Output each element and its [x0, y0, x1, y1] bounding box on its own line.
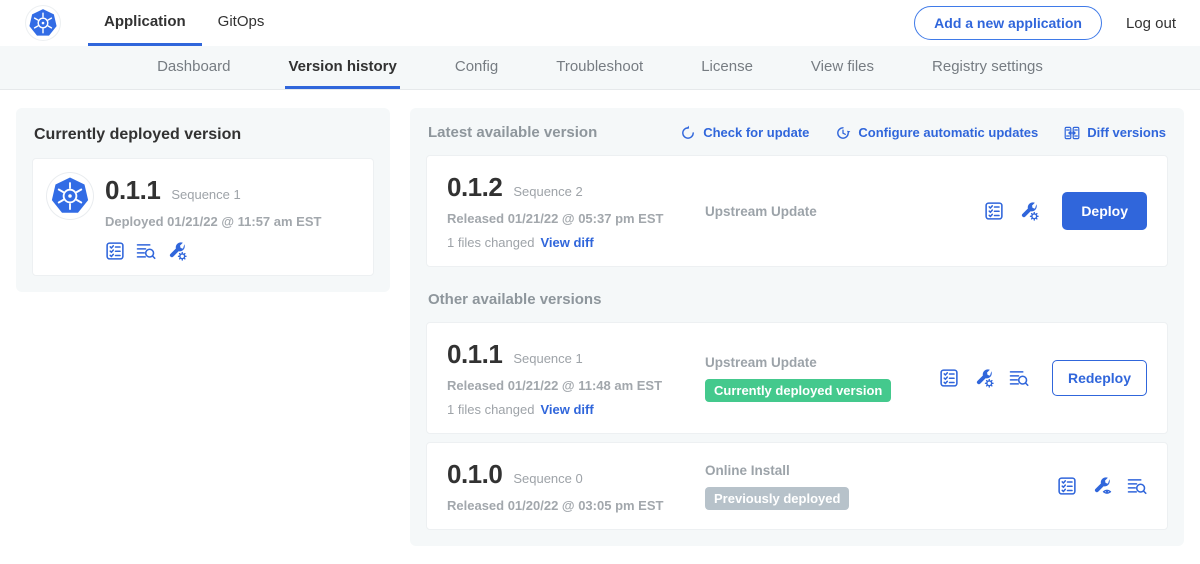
version-details: 0.1.2 Sequence 2 Released 01/21/22 @ 05:… [447, 172, 705, 250]
version-sequence: Sequence 1 [513, 351, 582, 366]
deployed-version-number: 0.1.1 [105, 175, 160, 206]
deploy-logs-icon[interactable] [1009, 368, 1029, 388]
deployed-sequence: Sequence 1 [171, 187, 240, 202]
version-card-actions [1057, 476, 1147, 496]
tab-gitops[interactable]: GitOps [202, 0, 281, 46]
version-card-latest: 0.1.2 Sequence 2 Released 01/21/22 @ 05:… [426, 155, 1168, 267]
view-diff-link[interactable]: View diff [540, 402, 593, 417]
subnav-item-troubleshoot[interactable]: Troubleshoot [553, 46, 646, 89]
header-spacer [280, 0, 914, 46]
version-card: 0.1.0 Sequence 0 Released 01/20/22 @ 03:… [426, 442, 1168, 530]
preflight-checklist-icon[interactable] [105, 241, 125, 261]
subnav-item-license[interactable]: License [698, 46, 756, 89]
version-number: 0.1.0 [447, 459, 502, 490]
version-number: 0.1.2 [447, 172, 502, 203]
kubernetes-logo-icon [26, 6, 60, 40]
app-header: Application GitOps Add a new application… [0, 0, 1200, 46]
kots-admin-console: Application GitOps Add a new application… [0, 0, 1200, 564]
subnav-item-config[interactable]: Config [452, 46, 501, 89]
latest-version-title: Latest available version [428, 124, 597, 141]
view-config-icon[interactable] [1092, 476, 1112, 496]
deployed-actions [105, 241, 321, 261]
add-new-application-button[interactable]: Add a new application [914, 6, 1102, 40]
source-label: Upstream Update [705, 355, 939, 370]
version-card-actions: Deploy [984, 192, 1147, 230]
tab-application[interactable]: Application [88, 0, 202, 46]
version-released: Released 01/21/22 @ 05:37 pm EST [447, 211, 705, 226]
source-label: Upstream Update [705, 204, 984, 219]
version-source: Upstream Update [705, 204, 984, 219]
top-tabs: Application GitOps [88, 0, 280, 46]
main-content: Currently deployed version 0.1.1 Sequenc… [0, 90, 1200, 546]
redeploy-button[interactable]: Redeploy [1052, 360, 1147, 396]
version-source: Online Install Previously deployed [705, 463, 1057, 510]
currently-deployed-title: Currently deployed version [34, 126, 374, 144]
check-for-update-link[interactable]: Check for update [680, 125, 809, 141]
version-details: 0.1.1 Sequence 1 Released 01/21/22 @ 11:… [447, 339, 705, 417]
version-released: Released 01/21/22 @ 11:48 am EST [447, 378, 705, 393]
refresh-icon [680, 125, 696, 141]
deployed-version-details: 0.1.1 Sequence 1 Deployed 01/21/22 @ 11:… [105, 173, 321, 261]
edit-config-icon[interactable] [974, 368, 994, 388]
version-actions: Check for update Configure automatic upd… [680, 125, 1166, 141]
version-released: Released 01/20/22 @ 03:05 pm EST [447, 498, 705, 513]
diff-versions-label: Diff versions [1087, 125, 1166, 140]
subnav-item-view-files[interactable]: View files [808, 46, 877, 89]
subnav-item-dashboard[interactable]: Dashboard [154, 46, 233, 89]
version-sequence: Sequence 2 [513, 184, 582, 199]
edit-config-icon[interactable] [1019, 201, 1039, 221]
preflight-checklist-icon[interactable] [939, 368, 959, 388]
other-versions-title: Other available versions [428, 291, 1166, 308]
logout-link[interactable]: Log out [1126, 15, 1176, 32]
preflight-checklist-icon[interactable] [984, 201, 1004, 221]
deploy-logs-icon[interactable] [136, 241, 156, 261]
version-history-panel: Latest available version Check for updat… [410, 108, 1184, 546]
currently-deployed-badge: Currently deployed version [705, 379, 891, 402]
deployed-timestamp: Deployed 01/21/22 @ 11:57 am EST [105, 214, 321, 229]
diff-versions-link[interactable]: Diff versions [1064, 125, 1166, 141]
currently-deployed-panel: Currently deployed version 0.1.1 Sequenc… [16, 108, 390, 292]
tab-gitops-label: GitOps [218, 13, 265, 30]
version-details: 0.1.0 Sequence 0 Released 01/20/22 @ 03:… [447, 459, 705, 513]
subnav-item-registry-settings[interactable]: Registry settings [929, 46, 1046, 89]
latest-version-header: Latest available version Check for updat… [428, 124, 1166, 141]
preflight-checklist-icon[interactable] [1057, 476, 1077, 496]
configure-automatic-updates-label: Configure automatic updates [858, 125, 1038, 140]
version-sequence: Sequence 0 [513, 471, 582, 486]
deploy-button[interactable]: Deploy [1062, 192, 1147, 230]
tab-application-label: Application [104, 13, 186, 30]
subnav-item-version-history[interactable]: Version history [285, 46, 399, 89]
version-source: Upstream Update Currently deployed versi… [705, 355, 939, 402]
auto-update-icon [835, 125, 851, 141]
version-number: 0.1.1 [447, 339, 502, 370]
version-card: 0.1.1 Sequence 1 Released 01/21/22 @ 11:… [426, 322, 1168, 434]
kubernetes-app-icon [47, 173, 93, 219]
configure-automatic-updates-link[interactable]: Configure automatic updates [835, 125, 1038, 141]
app-subnav: Dashboard Version history Config Trouble… [0, 46, 1200, 90]
files-changed-label: 1 files changed [447, 402, 534, 417]
view-diff-link[interactable]: View diff [540, 235, 593, 250]
source-label: Online Install [705, 463, 1057, 478]
diff-icon [1064, 125, 1080, 141]
version-card-actions: Redeploy [939, 360, 1147, 396]
previously-deployed-badge: Previously deployed [705, 487, 849, 510]
deployed-version-card: 0.1.1 Sequence 1 Deployed 01/21/22 @ 11:… [32, 158, 374, 276]
deploy-logs-icon[interactable] [1127, 476, 1147, 496]
edit-config-icon[interactable] [167, 241, 187, 261]
files-changed-label: 1 files changed [447, 235, 534, 250]
check-for-update-label: Check for update [703, 125, 809, 140]
